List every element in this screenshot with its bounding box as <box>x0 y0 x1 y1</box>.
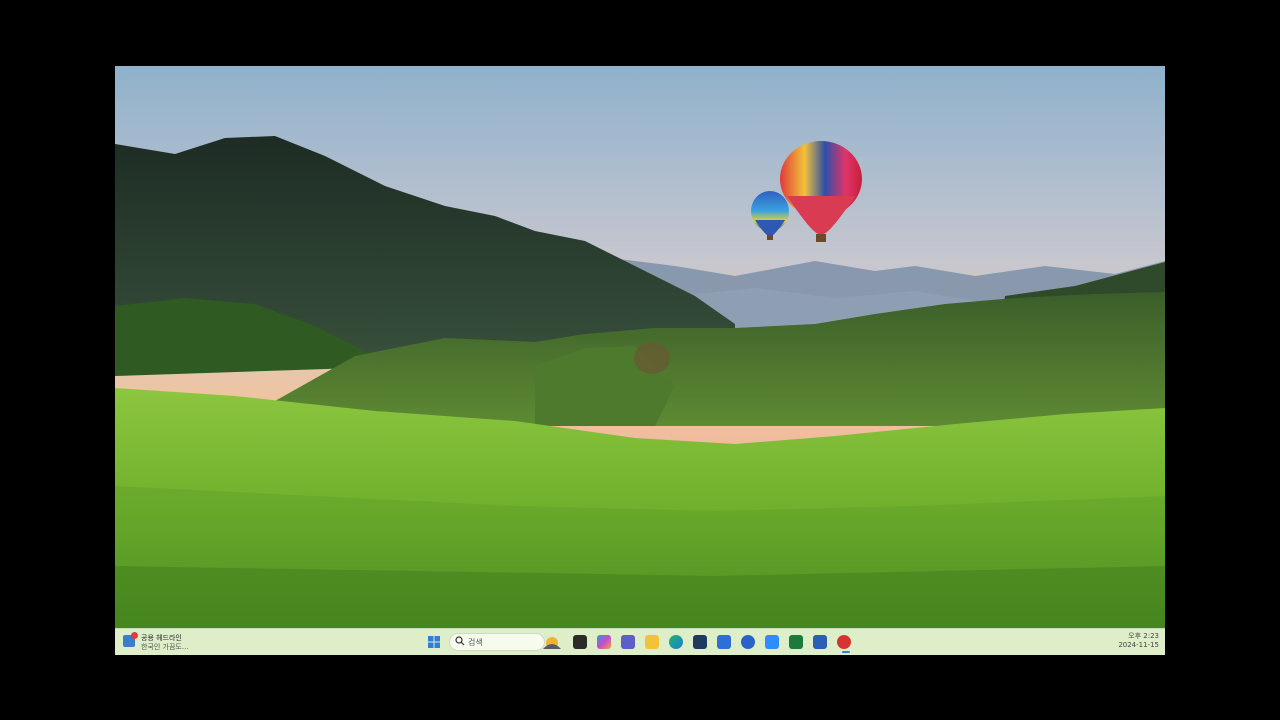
task-view-icon[interactable] <box>573 635 587 649</box>
widget-headline: 공용 헤드라인 <box>141 634 182 642</box>
search-icon <box>455 636 465 646</box>
excel-icon[interactable] <box>789 635 803 649</box>
file-explorer-icon[interactable] <box>645 635 659 649</box>
copilot-icon[interactable] <box>597 635 611 649</box>
clock-date: 2024-11-15 <box>1118 641 1159 649</box>
desktop-screen: 공용 헤드라인 한국인 가끔도... 검색 오후 2:23 2024-11-15 <box>115 66 1165 655</box>
widget-subline: 한국인 가끔도... <box>141 643 189 651</box>
word-icon[interactable] <box>813 635 827 649</box>
start-icon[interactable] <box>427 635 441 649</box>
teams-icon[interactable] <box>621 635 635 649</box>
desktop-wallpaper <box>115 66 1165 628</box>
clock-time: 오후 2:23 <box>1128 632 1159 640</box>
zoom-icon[interactable] <box>765 635 779 649</box>
notification-badge <box>131 632 138 639</box>
weather-icon[interactable] <box>541 635 563 649</box>
system-clock[interactable]: 오후 2:23 2024-11-15 <box>1118 632 1159 650</box>
news-widget[interactable]: 공용 헤드라인 한국인 가끔도... <box>121 632 241 653</box>
red-app-icon[interactable] <box>837 635 851 649</box>
taskbar-search[interactable]: 검색 <box>449 633 545 651</box>
search-placeholder: 검색 <box>468 638 483 647</box>
active-app-indicator <box>842 651 850 653</box>
app-blue-icon[interactable] <box>717 635 731 649</box>
store-icon[interactable] <box>693 635 707 649</box>
messenger-icon[interactable] <box>741 635 755 649</box>
taskbar: 공용 헤드라인 한국인 가끔도... 검색 오후 2:23 2024-11-15 <box>115 628 1165 655</box>
edge-icon[interactable] <box>669 635 683 649</box>
